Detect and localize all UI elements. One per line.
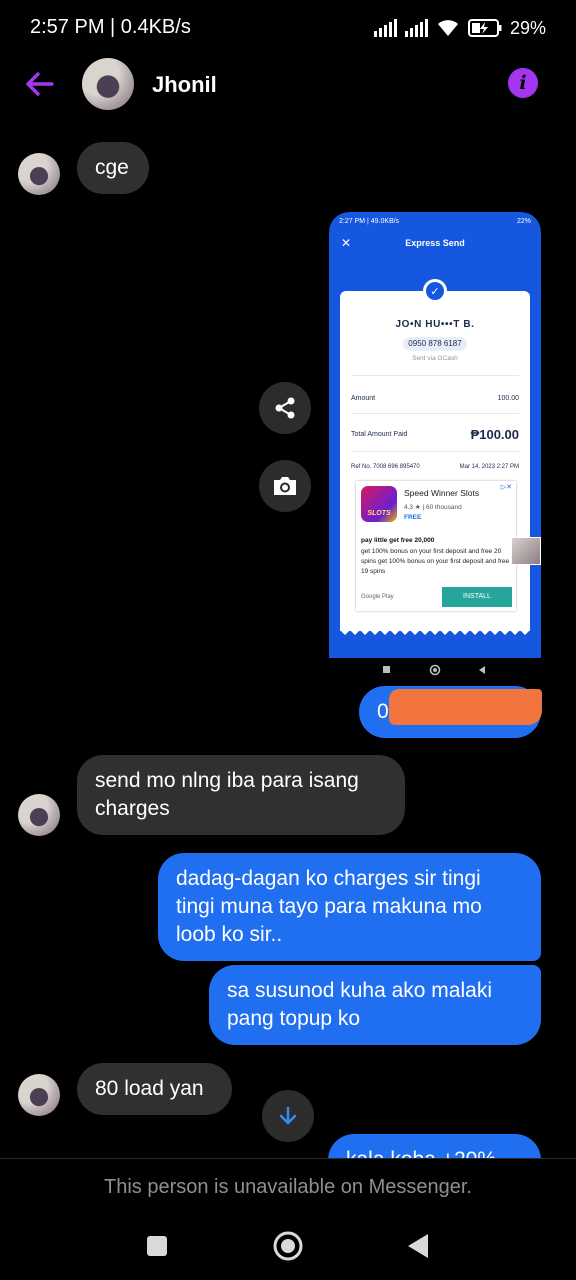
message-bubble-incoming[interactable]: cge <box>77 142 149 194</box>
receipt-zigzag-edge <box>340 628 530 635</box>
composer-divider <box>0 1158 576 1159</box>
share-icon <box>275 397 295 419</box>
total-value: ₱100.00 <box>470 427 519 442</box>
reference-number: Ref No. 7008 696 895470 <box>351 464 420 470</box>
ad-body: get 100% bonus on your first deposit and… <box>361 548 510 575</box>
ad-app-name: Speed Winner Slots <box>404 488 480 498</box>
ad-card: SLOTS Speed Winner Slots 4.3 ★ | 60 thou… <box>356 481 516 611</box>
sender-avatar[interactable] <box>18 1074 60 1116</box>
battery-charging-icon <box>467 19 502 37</box>
total-row: Total Amount Paid ₱100.00 <box>351 427 519 442</box>
shared-screenshot-image[interactable]: 2:27 PM | 49.0KB/s 22% ✕ Express Send ✓ … <box>329 212 541 688</box>
divider <box>351 375 519 376</box>
status-bar: 2:57 PM | 0.4KB/s 29% <box>0 0 576 56</box>
screenshot-nav-bar <box>383 664 485 676</box>
floating-avatar-thumbnail <box>511 537 541 565</box>
ad-rating: 4.3 ★ | 60 thousand <box>404 504 462 511</box>
signal-icon <box>373 19 397 37</box>
ad-install-button: INSTALL <box>442 587 512 607</box>
slots-app-icon: SLOTS <box>361 486 397 522</box>
system-nav-bar <box>147 1231 428 1261</box>
reference-date: Mar 14, 2023 2:27 PM <box>459 464 519 470</box>
info-icon[interactable]: i <box>508 68 538 98</box>
amount-label: Amount <box>351 395 376 402</box>
screenshot-status-left: 2:27 PM | 49.0KB/s <box>339 218 400 225</box>
ad-price: FREE <box>404 514 422 521</box>
recents-button[interactable] <box>147 1236 167 1256</box>
total-label: Total Amount Paid <box>351 431 408 438</box>
receipt-card: ✓ JO•N HU•••T B. 0950 878 6187 Sent via … <box>340 279 530 631</box>
back-button[interactable] <box>408 1234 428 1258</box>
divider <box>351 451 519 452</box>
message-bubble-outgoing[interactable]: dadag-dagan ko charges sir tingi tingi m… <box>158 853 541 961</box>
adchoices-icon: ▷✕ <box>500 484 512 491</box>
contact-name[interactable]: Jhonil <box>152 72 217 98</box>
sender-avatar[interactable] <box>18 794 60 836</box>
status-icons: 29% <box>373 16 546 40</box>
message-bubble-incoming[interactable]: send mo nlng iba para isang charges <box>77 755 405 835</box>
ad-store: Google Play <box>361 594 394 600</box>
status-time: 2:57 PM | 0.4KB/s <box>30 16 191 38</box>
message-clip-area: kala koba +20% <box>0 1120 576 1158</box>
check-icon: ✓ <box>423 279 447 303</box>
home-button-inner <box>281 1239 295 1253</box>
message-bubble-outgoing[interactable]: sa susunod kuha ako malaki pang topup ko <box>209 965 541 1045</box>
amount-value: 100.00 <box>497 395 519 402</box>
reference-row: Ref No. 7008 696 895470 Mar 14, 2023 2:2… <box>351 464 519 470</box>
sent-via: Sent via GCash <box>412 355 458 362</box>
message-bubble-outgoing[interactable]: kala koba +20% <box>328 1134 541 1158</box>
camera-icon <box>274 477 296 495</box>
unavailable-notice: This person is unavailable on Messenger. <box>104 1176 472 1198</box>
message-bubble-incoming[interactable]: 80 load yan <box>77 1063 232 1115</box>
redaction-overlay <box>389 689 542 725</box>
screenshot-status-right: 22% <box>516 218 531 225</box>
divider <box>351 413 519 414</box>
wifi-icon <box>437 20 458 36</box>
chat-header: Jhonil i <box>0 56 576 112</box>
recipient-name: JO•N HU•••T B. <box>395 319 475 330</box>
camera-button[interactable] <box>259 460 311 512</box>
back-arrow-icon[interactable] <box>22 68 58 100</box>
recipient-phone: 0950 878 6187 <box>403 337 467 351</box>
contact-avatar[interactable] <box>82 58 134 110</box>
signal-icon <box>404 19 428 37</box>
sender-avatar[interactable] <box>18 153 60 195</box>
battery-percent: 29% <box>509 17 546 38</box>
screenshot-title: Express Send <box>405 238 465 248</box>
ad-headline: pay little get free 20,000 <box>361 537 435 544</box>
share-button[interactable] <box>259 382 311 434</box>
amount-row: Amount 100.00 <box>351 395 519 402</box>
